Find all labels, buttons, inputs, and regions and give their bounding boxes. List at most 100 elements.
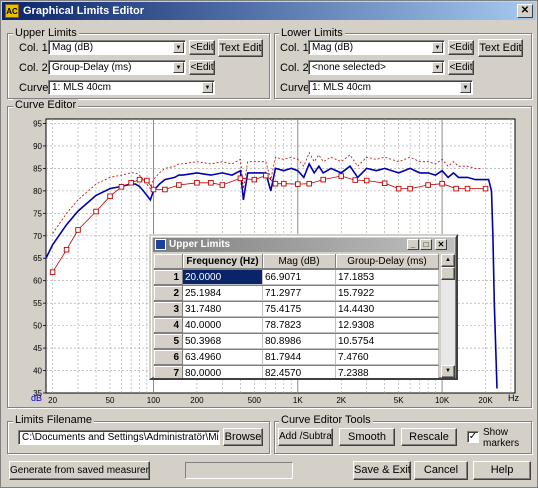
generate-from-measurement-button[interactable]: Generate from saved measurement xyxy=(9,461,150,480)
table-row[interactable]: 7 80.0000 82.4570 7.2388 xyxy=(154,366,439,378)
upper-limit-marker xyxy=(93,208,99,215)
y-tick-label: 80 xyxy=(33,187,42,196)
limits-filename-field[interactable]: C:\Documents and Settings\Administratör\… xyxy=(18,430,220,445)
group-delay-cell[interactable]: 12.9308 xyxy=(336,318,439,333)
upper-limit-marker xyxy=(363,177,370,184)
table-row[interactable]: 4 40.0000 78.7823 12.9308 xyxy=(154,318,439,334)
group-delay-cell[interactable]: 10.5754 xyxy=(336,334,439,349)
lower-curve-value: 1: MLS 40cm xyxy=(312,82,371,93)
add-subtract-button[interactable]: Add /Subtract xyxy=(278,428,333,446)
minimize-icon[interactable]: _ xyxy=(407,239,419,250)
row-number: 7 xyxy=(154,366,183,378)
scroll-up-icon[interactable]: ▲ xyxy=(441,254,455,267)
header-mag[interactable]: Mag (dB) xyxy=(263,254,336,269)
upper-limits-table-window[interactable]: Upper Limits _ □ ✕ Frequency (Hz) Mag (d… xyxy=(149,234,458,380)
upper-col1-edit-button[interactable]: <Edit xyxy=(189,40,215,55)
chevron-down-icon: ▼ xyxy=(173,42,184,53)
frequency-cell[interactable]: 25.1984 xyxy=(183,286,263,301)
show-markers-label-line1: Show xyxy=(483,427,509,438)
mag-cell[interactable]: 81.7944 xyxy=(263,350,336,365)
upper-col1-select[interactable]: Mag (dB) ▼ xyxy=(48,40,186,55)
mag-cell[interactable]: 80.8986 xyxy=(263,334,336,349)
table-row[interactable]: 6 63.4960 81.7944 7.4760 xyxy=(154,350,439,366)
upper-curve-select[interactable]: 1: MLS 40cm ▼ xyxy=(48,80,215,95)
upper-col2-select[interactable]: Group-Delay (ms) ▼ xyxy=(48,60,186,75)
group-delay-cell[interactable]: 15.7922 xyxy=(336,286,439,301)
upper-limit-marker xyxy=(128,180,134,186)
table-scrollbar[interactable]: ▲ ▼ xyxy=(441,254,455,378)
lower-col2-select[interactable]: <none selected> ▼ xyxy=(308,60,445,75)
smooth-button[interactable]: Smooth xyxy=(339,428,395,446)
upper-limit-marker xyxy=(425,182,431,188)
lower-col1-select[interactable]: Mag (dB) ▼ xyxy=(308,40,445,55)
frequency-cell[interactable]: 50.3968 xyxy=(183,334,263,349)
lower-col1-edit-button[interactable]: <Edit xyxy=(448,40,474,55)
upper-col1-value: Mag (dB) xyxy=(52,42,94,53)
header-frequency[interactable]: Frequency (Hz) xyxy=(183,254,263,269)
mag-cell[interactable]: 82.4570 xyxy=(263,366,336,378)
y-tick-label: 60 xyxy=(33,277,42,286)
x-tick-label: 10K xyxy=(435,396,450,405)
mag-cell[interactable]: 71.2977 xyxy=(263,286,336,301)
header-group-delay[interactable]: Group-Delay (ms) xyxy=(336,254,439,269)
rescale-button[interactable]: Rescale xyxy=(401,428,457,446)
cancel-button[interactable]: Cancel xyxy=(414,461,468,480)
frequency-cell[interactable]: 20.0000 xyxy=(183,270,263,285)
title-bar[interactable]: AC Graphical Limits Editor ✕ xyxy=(2,2,536,20)
group-delay-cell[interactable]: 7.2388 xyxy=(336,366,439,378)
help-button[interactable]: Help xyxy=(473,461,531,480)
scroll-down-icon[interactable]: ▼ xyxy=(441,365,455,378)
mag-cell[interactable]: 66.9071 xyxy=(263,270,336,285)
close-button[interactable]: ✕ xyxy=(517,4,533,18)
upper-limit-marker xyxy=(150,186,157,193)
chevron-down-icon: ▼ xyxy=(432,62,443,73)
upper-limit-marker xyxy=(176,182,182,188)
upper-limit-marker xyxy=(407,185,413,192)
upper-limit-marker xyxy=(395,185,402,192)
frequency-cell[interactable]: 31.7480 xyxy=(183,302,263,317)
upper-col2-label: Col. 2 xyxy=(19,62,48,74)
upper-limit-marker xyxy=(272,180,279,187)
close-icon[interactable]: ✕ xyxy=(435,239,447,250)
upper-limit-marker xyxy=(263,172,269,179)
lower-col2-edit-button[interactable]: <Edit xyxy=(448,60,474,75)
upper-limit-marker xyxy=(482,185,489,192)
upper-col2-edit-button[interactable]: <Edit xyxy=(189,60,215,75)
group-delay-cell[interactable]: 14.4430 xyxy=(336,302,439,317)
table-row[interactable]: 1 20.0000 66.9071 17.1853 xyxy=(154,270,439,286)
table-row[interactable]: 2 25.1984 71.2977 15.7922 xyxy=(154,286,439,302)
y-tick-label: 45 xyxy=(33,344,42,353)
save-exit-button[interactable]: Save & Exit xyxy=(353,461,411,480)
upper-limit-marker xyxy=(194,180,200,186)
upper-limit-marker xyxy=(251,176,258,183)
mag-cell[interactable]: 78.7823 xyxy=(263,318,336,333)
mag-cell[interactable]: 75.4175 xyxy=(263,302,336,317)
upper-limit-marker xyxy=(63,246,70,253)
lower-text-edit-button[interactable]: Text Edit xyxy=(478,39,523,57)
group-delay-cell[interactable]: 7.4760 xyxy=(336,350,439,365)
browse-button[interactable]: Browse xyxy=(223,428,263,446)
progress-bar xyxy=(185,462,293,479)
limits-grid[interactable]: Frequency (Hz) Mag (dB) Group-Delay (ms)… xyxy=(154,254,439,378)
table-window-titlebar[interactable]: Upper Limits _ □ ✕ xyxy=(153,238,454,252)
limits-editor-window: AC Graphical Limits Editor ✕ Upper Limit… xyxy=(0,0,538,488)
scroll-thumb[interactable] xyxy=(441,267,455,280)
chevron-down-icon: ▼ xyxy=(432,42,443,53)
upper-col1-label: Col. 1 xyxy=(19,42,48,54)
group-delay-cell[interactable]: 17.1853 xyxy=(336,270,439,285)
y-tick-label: 50 xyxy=(33,322,42,331)
frequency-cell[interactable]: 40.0000 xyxy=(183,318,263,333)
maximize-icon[interactable]: □ xyxy=(420,239,432,250)
upper-limit-marker xyxy=(136,176,143,183)
x-tick-label: 100 xyxy=(147,396,161,405)
show-markers-checkbox[interactable]: ✓ xyxy=(467,431,479,443)
lower-curve-select[interactable]: 1: MLS 40cm ▼ xyxy=(308,80,473,95)
upper-limit-marker xyxy=(439,180,445,187)
frequency-cell[interactable]: 63.4960 xyxy=(183,350,263,365)
table-row[interactable]: 5 50.3968 80.8986 10.5754 xyxy=(154,334,439,350)
upper-limit-marker xyxy=(219,182,226,188)
upper-text-edit-button[interactable]: Text Edit xyxy=(218,39,263,57)
x-tick-label: 20 xyxy=(48,396,57,405)
table-row[interactable]: 3 31.7480 75.4175 14.4430 xyxy=(154,302,439,318)
frequency-cell[interactable]: 80.0000 xyxy=(183,366,263,378)
